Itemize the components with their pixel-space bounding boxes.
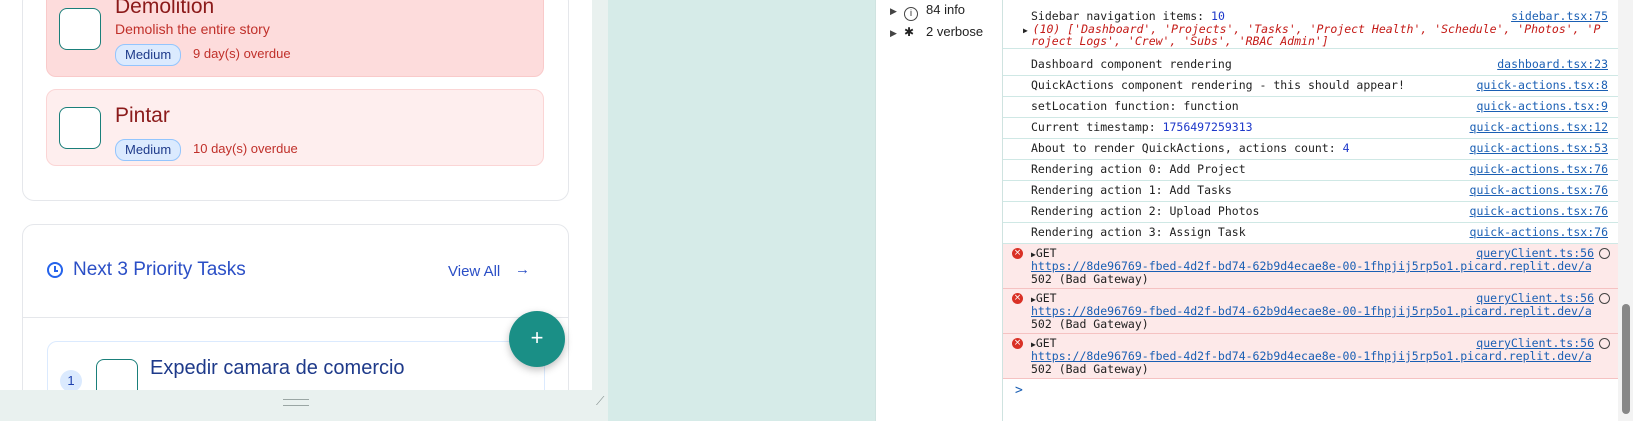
bug-icon: ✱ — [904, 25, 915, 39]
log-source-link[interactable]: quick-actions.tsx:12 — [1470, 120, 1608, 134]
console-sidebar: ▶ i 84 info ▶ ✱ 2 verbose — [876, 0, 1003, 421]
resize-corner-icon[interactable]: ⟋ — [596, 394, 604, 409]
log-number: 4 — [1342, 141, 1350, 155]
priority-badge: Medium — [115, 44, 182, 66]
resize-bar[interactable]: ⟋ — [0, 390, 608, 421]
log-detail: roject Logs', 'Crew', 'Subs', 'RBAC Admi… — [1031, 34, 1329, 48]
log-row: Rendering action 3: Assign Task quick-act… — [1003, 223, 1618, 244]
log-source-link[interactable]: quick-actions.tsx:8 — [1476, 78, 1608, 92]
log-row: About to render QuickActions, actions co… — [1003, 139, 1618, 160]
log-text: QuickActions component rendering - this … — [1031, 78, 1405, 92]
log-row: setLocation function: function quick-acti… — [1003, 97, 1618, 118]
overdue-label: 10 day(s) overdue — [193, 141, 298, 156]
priority-tasks-header: Next 3 Priority Tasks View All → — [23, 225, 568, 318]
log-text: Dashboard component rendering — [1031, 57, 1232, 71]
error-row: × ▶GET queryClient.ts:56 https://8de9676… — [1003, 334, 1618, 379]
log-text: Sidebar navigation items: — [1031, 9, 1212, 23]
error-status: 502 (Bad Gateway) — [1031, 272, 1149, 286]
log-text: About to render QuickActions, actions co… — [1031, 141, 1343, 155]
filter-label: 2 verbose — [926, 24, 984, 39]
log-text: Rendering action 0: Add Project — [1031, 162, 1246, 176]
log-source-link[interactable]: queryClient.ts:56 — [1476, 336, 1594, 350]
task-checkbox[interactable] — [96, 359, 138, 390]
request-method: GET — [1035, 246, 1057, 260]
error-icon: × — [1012, 293, 1023, 304]
devtools-panel: ▶ i 84 info ▶ ✱ 2 verbose Sidebar navigation… — [875, 0, 1633, 421]
task-checkbox[interactable] — [59, 107, 101, 149]
info-icon: i — [904, 7, 918, 21]
error-row: × ▶GET queryClient.ts:56 https://8de9676… — [1003, 289, 1618, 334]
error-icon: × — [1012, 338, 1023, 349]
arrow-right-icon[interactable]: → — [515, 261, 530, 278]
log-source-link[interactable]: quick-actions.tsx:53 — [1470, 141, 1608, 155]
section-title: Next 3 Priority Tasks — [73, 259, 246, 280]
log-number: 10 — [1211, 9, 1225, 23]
task-title: Pintar — [115, 104, 170, 127]
globe-icon[interactable] — [1599, 338, 1610, 349]
globe-icon[interactable] — [1599, 248, 1610, 259]
log-text: Rendering action 1: Add Tasks — [1031, 183, 1232, 197]
overdue-label: 9 day(s) overdue — [193, 46, 291, 61]
globe-icon[interactable] — [1599, 293, 1610, 304]
log-source-link[interactable]: quick-actions.tsx:76 — [1470, 183, 1608, 197]
task-description: Demolish the entire story — [115, 21, 270, 37]
request-url[interactable]: https://8de96769-fbed-4d2f-bd74-62b9d4ec… — [1031, 304, 1591, 318]
log-source-link[interactable]: quick-actions.tsx:76 — [1470, 204, 1608, 218]
log-source-link[interactable]: quick-actions.tsx:76 — [1470, 162, 1608, 176]
error-status: 502 (Bad Gateway) — [1031, 362, 1149, 376]
task-title: Expedir camara de comercio — [150, 357, 405, 379]
log-row: Sidebar navigation items: 10 sidebar.tsx… — [1003, 8, 1618, 49]
log-row: Rendering action 1: Add Tasks quick-actio… — [1003, 181, 1618, 202]
filter-label: 84 info — [926, 2, 966, 17]
task-item-pintar[interactable]: Pintar Medium 10 day(s) overdue — [46, 89, 544, 166]
error-row: × ▶GET queryClient.ts:56 https://8de9676… — [1003, 244, 1618, 289]
clock-icon — [47, 262, 63, 278]
console-scrollbar[interactable] — [1618, 0, 1633, 421]
expand-triangle-icon[interactable]: ▶ — [890, 28, 904, 39]
filter-info[interactable]: ▶ i 84 info — [890, 2, 965, 21]
app-viewport: Demolition Demolish the entire story Med… — [0, 0, 592, 390]
log-row: Current timestamp: 1756497259313 quick-ac… — [1003, 118, 1618, 139]
resize-grip-icon[interactable] — [283, 399, 309, 406]
scrollbar[interactable] — [592, 0, 608, 390]
console-prompt[interactable]: > — [1015, 383, 1023, 398]
log-source-link[interactable]: queryClient.ts:56 — [1476, 246, 1594, 260]
rank-badge: 1 — [60, 370, 82, 390]
request-url[interactable]: https://8de96769-fbed-4d2f-bd74-62b9d4ec… — [1031, 259, 1591, 273]
error-status: 502 (Bad Gateway) — [1031, 317, 1149, 331]
overdue-tasks-card: Demolition Demolish the entire story Med… — [22, 0, 569, 201]
log-text: Current timestamp: — [1031, 120, 1163, 134]
log-source-link[interactable]: queryClient.ts:56 — [1476, 291, 1594, 305]
log-text: Rendering action 2: Upload Photos — [1031, 204, 1260, 218]
add-fab-button[interactable]: + — [509, 311, 565, 367]
log-row: QuickActions component rendering - this … — [1003, 76, 1618, 97]
log-text: Rendering action 3: Assign Task — [1031, 225, 1246, 239]
priority-tasks-card: Next 3 Priority Tasks View All → 1 Exped… — [22, 224, 569, 390]
log-text: setLocation function: function — [1031, 99, 1239, 113]
filter-verbose[interactable]: ▶ ✱ 2 verbose — [890, 24, 983, 39]
log-source-link[interactable]: sidebar.tsx:75 — [1511, 9, 1608, 23]
log-source-link[interactable]: dashboard.tsx:23 — [1497, 57, 1608, 71]
log-row: Dashboard component rendering dashboard.t… — [1003, 55, 1618, 76]
log-row: Rendering action 0: Add Project quick-act… — [1003, 160, 1618, 181]
request-method: GET — [1035, 291, 1057, 305]
log-number: 1756497259313 — [1162, 120, 1253, 134]
expand-triangle-icon[interactable]: ▶ — [890, 6, 904, 17]
console-log: Sidebar navigation items: 10 sidebar.tsx… — [1003, 0, 1618, 421]
request-url[interactable]: https://8de96769-fbed-4d2f-bd74-62b9d4ec… — [1031, 349, 1591, 363]
request-method: GET — [1035, 336, 1057, 350]
log-source-link[interactable]: quick-actions.tsx:9 — [1476, 99, 1608, 113]
scrollbar-thumb[interactable] — [1622, 304, 1630, 414]
task-title: Demolition — [115, 0, 215, 18]
task-item-demolition[interactable]: Demolition Demolish the entire story Med… — [46, 0, 544, 77]
priority-badge: Medium — [115, 139, 182, 161]
log-row: Rendering action 2: Upload Photos quick-a… — [1003, 202, 1618, 223]
task-checkbox[interactable] — [59, 8, 101, 50]
priority-task-item[interactable]: 1 Expedir camara de comercio — [47, 341, 545, 390]
error-icon: × — [1012, 248, 1023, 259]
view-all-link[interactable]: View All — [448, 263, 500, 280]
log-source-link[interactable]: quick-actions.tsx:76 — [1470, 225, 1608, 239]
